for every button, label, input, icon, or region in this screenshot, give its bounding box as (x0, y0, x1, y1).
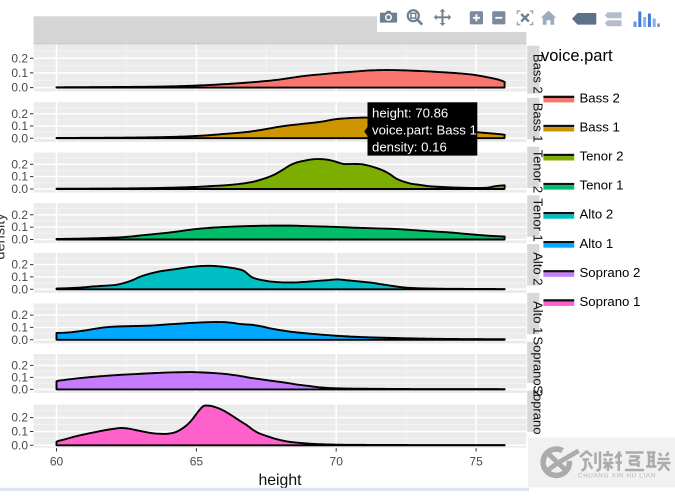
svg-text:Alto 1: Alto 1 (530, 301, 545, 334)
svg-text:height: 70.86: height: 70.86 (372, 106, 448, 121)
svg-text:Tenor 1: Tenor 1 (580, 178, 624, 193)
svg-text:0.2: 0.2 (11, 411, 28, 425)
svg-text:Alto 1: Alto 1 (580, 236, 614, 251)
svg-text:Soprano 2: Soprano 2 (580, 265, 641, 280)
svg-text:0.0: 0.0 (11, 438, 28, 452)
svg-text:Bass 1: Bass 1 (530, 103, 545, 143)
svg-text:0.2: 0.2 (11, 51, 28, 65)
svg-text:0.0: 0.0 (11, 182, 28, 196)
svg-text:density: density (0, 213, 9, 260)
svg-text:70: 70 (330, 455, 344, 469)
svg-text:0.1: 0.1 (11, 425, 28, 439)
svg-text:density: 0.16: density: 0.16 (372, 140, 447, 155)
svg-text:65: 65 (190, 455, 204, 469)
svg-text:75: 75 (469, 455, 483, 469)
svg-text:0.0: 0.0 (11, 81, 28, 95)
svg-text:0.0: 0.0 (11, 383, 28, 397)
svg-text:Tenor 2: Tenor 2 (580, 149, 624, 164)
svg-text:0.0: 0.0 (11, 282, 28, 296)
svg-text:Alto 2: Alto 2 (580, 207, 614, 222)
svg-text:0.0: 0.0 (11, 333, 28, 347)
svg-text:height: height (258, 472, 302, 489)
svg-text:Tenor 1: Tenor 1 (530, 198, 545, 241)
svg-text:Soprano 1: Soprano 1 (580, 294, 641, 309)
svg-text:0.0: 0.0 (11, 131, 28, 145)
svg-text:Alto 2: Alto 2 (530, 252, 545, 285)
svg-text:0.0: 0.0 (11, 233, 28, 247)
svg-text:Tenor 2: Tenor 2 (530, 150, 545, 193)
svg-text:Soprano 1: Soprano 1 (530, 385, 545, 445)
svg-text:Bass 1: Bass 1 (580, 120, 620, 135)
svg-text:CHUANG XIN HU LIAN: CHUANG XIN HU LIAN (578, 472, 656, 479)
svg-text:0.1: 0.1 (11, 66, 28, 80)
svg-text:voice.part: Bass 1: voice.part: Bass 1 (372, 123, 477, 138)
svg-text:Bass 2: Bass 2 (580, 90, 620, 105)
svg-text:60: 60 (50, 455, 64, 469)
svg-text:voice.part: voice.part (541, 47, 613, 65)
